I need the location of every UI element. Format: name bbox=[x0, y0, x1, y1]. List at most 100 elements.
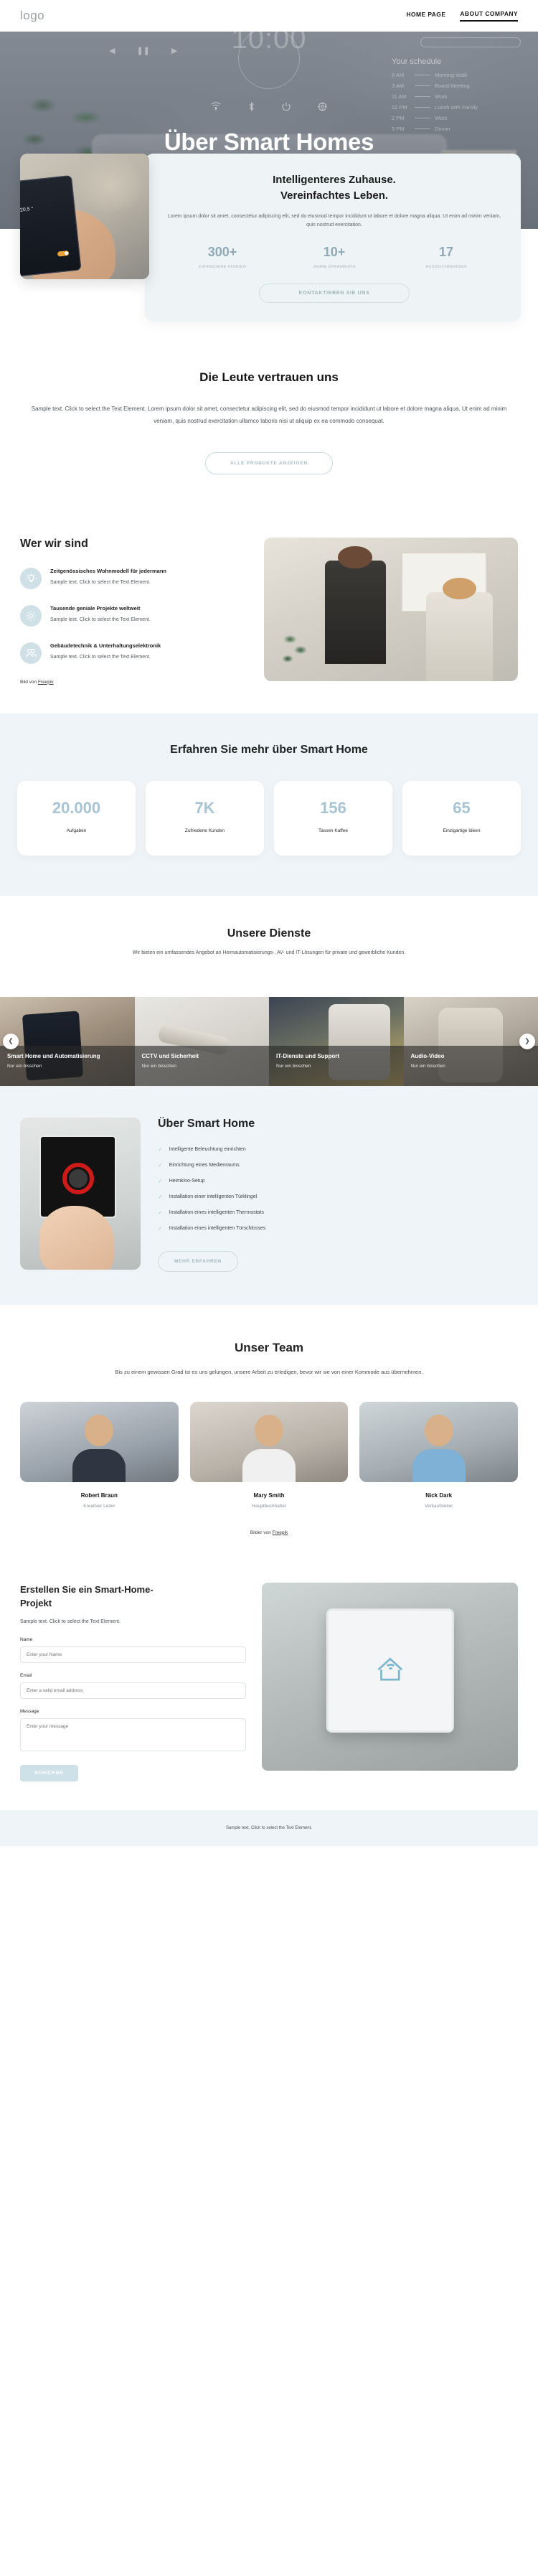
chevron-left-icon[interactable]: ❮ bbox=[3, 1033, 19, 1049]
slide-text: Nur ein bisschen bbox=[141, 1064, 176, 1069]
intro-phone-mockup: 20,5 ° bbox=[20, 174, 82, 278]
stat-value: 10+ bbox=[323, 245, 346, 260]
contact-subtitle: Sample text. Click to select the Text El… bbox=[20, 1619, 121, 1624]
name-input[interactable] bbox=[20, 1646, 247, 1663]
trust-title: Die Leute vertrauen uns bbox=[199, 370, 339, 385]
contact-us-button[interactable]: KONTAKTIEREN SIE UNS bbox=[259, 284, 410, 304]
freepik-link[interactable]: Freepik bbox=[273, 1530, 288, 1535]
counter-value: 156 bbox=[320, 798, 346, 817]
bluetooth-icon bbox=[248, 102, 255, 111]
learn-more-button[interactable]: MEHR ERFAHREN bbox=[158, 1250, 238, 1272]
site-footer: Sample text. Click to select the Text El… bbox=[0, 1809, 538, 1846]
check-icon: ✓ bbox=[158, 1146, 163, 1153]
schedule-row: 9 AM Morning Walk bbox=[392, 72, 521, 78]
slide-caption: Audio-Video Nur ein bisschen bbox=[403, 1045, 538, 1086]
list-item-label: Installation einer intelligenten Türklin… bbox=[169, 1194, 258, 1199]
feature-text: Sample text. Click to select the Text El… bbox=[50, 617, 151, 622]
schedule-title: Your schedule bbox=[392, 57, 442, 66]
intro-title-line1: Intelligenteres Zuhause. bbox=[273, 174, 396, 186]
settings-icon bbox=[318, 102, 327, 111]
member-name: Mary Smith bbox=[253, 1491, 285, 1499]
schedule-time: 11 AM bbox=[392, 93, 407, 100]
intro-paragraph: Lorem ipsum dolor sit amet, consectetur … bbox=[167, 213, 501, 228]
nav-item-home-page[interactable]: HOME PAGE bbox=[406, 11, 445, 21]
play-icon[interactable]: ▶ bbox=[171, 46, 177, 55]
counter-card: 65 Einzigartige Ideen bbox=[402, 780, 521, 856]
who-we-are-title: Wer wir sind bbox=[20, 537, 88, 550]
freepik-link[interactable]: Freepik bbox=[38, 680, 54, 685]
service-slide[interactable]: CCTV und Sicherheit Nur ein bisschen bbox=[134, 996, 269, 1086]
intro-section: 20,5 ° Intelligenteres Zuhause. Vereinfa… bbox=[0, 154, 538, 322]
about-title: Über Smart Home bbox=[158, 1117, 255, 1130]
service-slide[interactable]: Smart Home und Automatisierung Nur ein b… bbox=[0, 996, 135, 1086]
stat-item: 300+ ZUFRIEDENE KUNDEN bbox=[167, 245, 278, 271]
gear-icon bbox=[20, 604, 42, 627]
hero-transport-controls[interactable]: ◀ ❚❚ ▶ bbox=[109, 46, 177, 55]
people-icon bbox=[20, 642, 42, 664]
schedule-row: 11 AM Work bbox=[392, 93, 521, 100]
nav-item-about-company[interactable]: ABOUT COMPANY bbox=[460, 10, 518, 22]
credit-prefix: Bilder von bbox=[250, 1530, 273, 1535]
contact-title-line2: Projekt bbox=[20, 1598, 52, 1609]
member-name: Robert Braun bbox=[80, 1491, 118, 1499]
team-title: Unser Team bbox=[234, 1340, 304, 1354]
slide-caption: CCTV und Sicherheit Nur ein bisschen bbox=[134, 1045, 269, 1086]
about-content: Über Smart Home ✓ Intelligente Beleuchtu… bbox=[158, 1118, 518, 1272]
prev-icon[interactable]: ◀ bbox=[109, 46, 115, 55]
about-photo bbox=[20, 1117, 141, 1270]
avatar bbox=[20, 1401, 179, 1482]
message-input[interactable] bbox=[20, 1718, 247, 1751]
submit-button[interactable]: SCHICKEN bbox=[20, 1764, 78, 1781]
feature-item: Gebäudetechnik & Unterhaltungselektronik… bbox=[20, 642, 245, 664]
learn-more-title: Erfahren Sie mehr über Smart Home bbox=[170, 743, 368, 756]
contact-title-line1: Erstellen Sie ein Smart-Home- bbox=[20, 1583, 154, 1595]
credit-prefix: Bild von bbox=[20, 679, 38, 685]
intro-photo: 20,5 ° bbox=[20, 154, 149, 279]
hero-search-pill[interactable] bbox=[420, 37, 521, 47]
chevron-right-icon[interactable]: ❯ bbox=[519, 1033, 535, 1049]
schedule-time: 9 AM bbox=[392, 72, 405, 78]
services-section: Unsere Dienste Wir bieten ein umfassende… bbox=[0, 895, 538, 977]
list-item: ✓ Installation eines intelligenten Türsc… bbox=[158, 1225, 518, 1232]
name-label: Name bbox=[20, 1636, 33, 1642]
who-we-are-section: Wer wir sind Zeitgenössisches Wohnmodell… bbox=[0, 517, 538, 713]
intro-phone-toggle bbox=[57, 250, 70, 257]
member-role: Kreativer Leiter bbox=[83, 1503, 115, 1509]
stat-label: ZUFRIEDENE KUNDEN bbox=[198, 265, 247, 270]
feature-text: Sample text. Click to select the Text El… bbox=[50, 654, 151, 660]
stat-label: AUSZEICHNUNGEN bbox=[425, 265, 467, 270]
slide-text: Nur ein bisschen bbox=[410, 1064, 445, 1069]
counter-card: 20.000 Aufgaben bbox=[17, 780, 136, 856]
slide-title: Audio-Video bbox=[410, 1052, 445, 1059]
list-item: ✓ Intelligente Beleuchtung einrichten bbox=[158, 1146, 518, 1153]
hero-title: Über Smart Homes bbox=[164, 128, 374, 155]
service-slide[interactable]: IT-Dienste und Support Nur ein bisschen bbox=[269, 996, 404, 1086]
footer-text: Sample text. Click to select the Text El… bbox=[226, 1825, 312, 1830]
list-item: ✓ Installation eines intelligenten Therm… bbox=[158, 1209, 518, 1216]
contact-form: Name Email Message SCHICKEN bbox=[20, 1636, 247, 1781]
logo[interactable]: logo bbox=[20, 9, 44, 23]
about-smart-home-section: Über Smart Home ✓ Intelligente Beleuchtu… bbox=[0, 1085, 538, 1305]
slide-title: IT-Dienste und Support bbox=[276, 1052, 339, 1059]
slide-title: CCTV und Sicherheit bbox=[141, 1052, 199, 1059]
power-icon bbox=[282, 102, 291, 111]
member-name: Nick Dark bbox=[425, 1491, 453, 1499]
slide-caption: IT-Dienste und Support Nur ein bisschen bbox=[269, 1045, 404, 1086]
pause-icon[interactable]: ❚❚ bbox=[136, 46, 149, 55]
schedule-row: 3 AM Board Meeting bbox=[392, 83, 521, 89]
stat-value: 17 bbox=[438, 245, 454, 260]
stat-item: 17 AUSZEICHNUNGEN bbox=[391, 245, 501, 271]
schedule-time: 3 AM bbox=[392, 83, 405, 89]
counter-value: 7K bbox=[194, 798, 215, 817]
check-icon: ✓ bbox=[158, 1193, 163, 1200]
team-members: Robert Braun Kreativer Leiter Mary Smith… bbox=[20, 1401, 519, 1509]
counter-label: Einzigartige Ideen bbox=[443, 828, 481, 833]
trust-section: Die Leute vertrauen uns Sample text. Cli… bbox=[0, 322, 538, 517]
schedule-dash bbox=[415, 107, 430, 108]
counter-label: Tassen Kaffee bbox=[318, 828, 349, 833]
site-header: logo HOME PAGE ABOUT COMPANY bbox=[0, 0, 538, 32]
email-input[interactable] bbox=[20, 1682, 247, 1699]
show-all-products-button[interactable]: ALLE PRODUKTE ANZEIGEN bbox=[205, 451, 333, 474]
service-slide[interactable]: Audio-Video Nur ein bisschen bbox=[403, 996, 538, 1086]
lightbulb-icon bbox=[20, 567, 42, 589]
